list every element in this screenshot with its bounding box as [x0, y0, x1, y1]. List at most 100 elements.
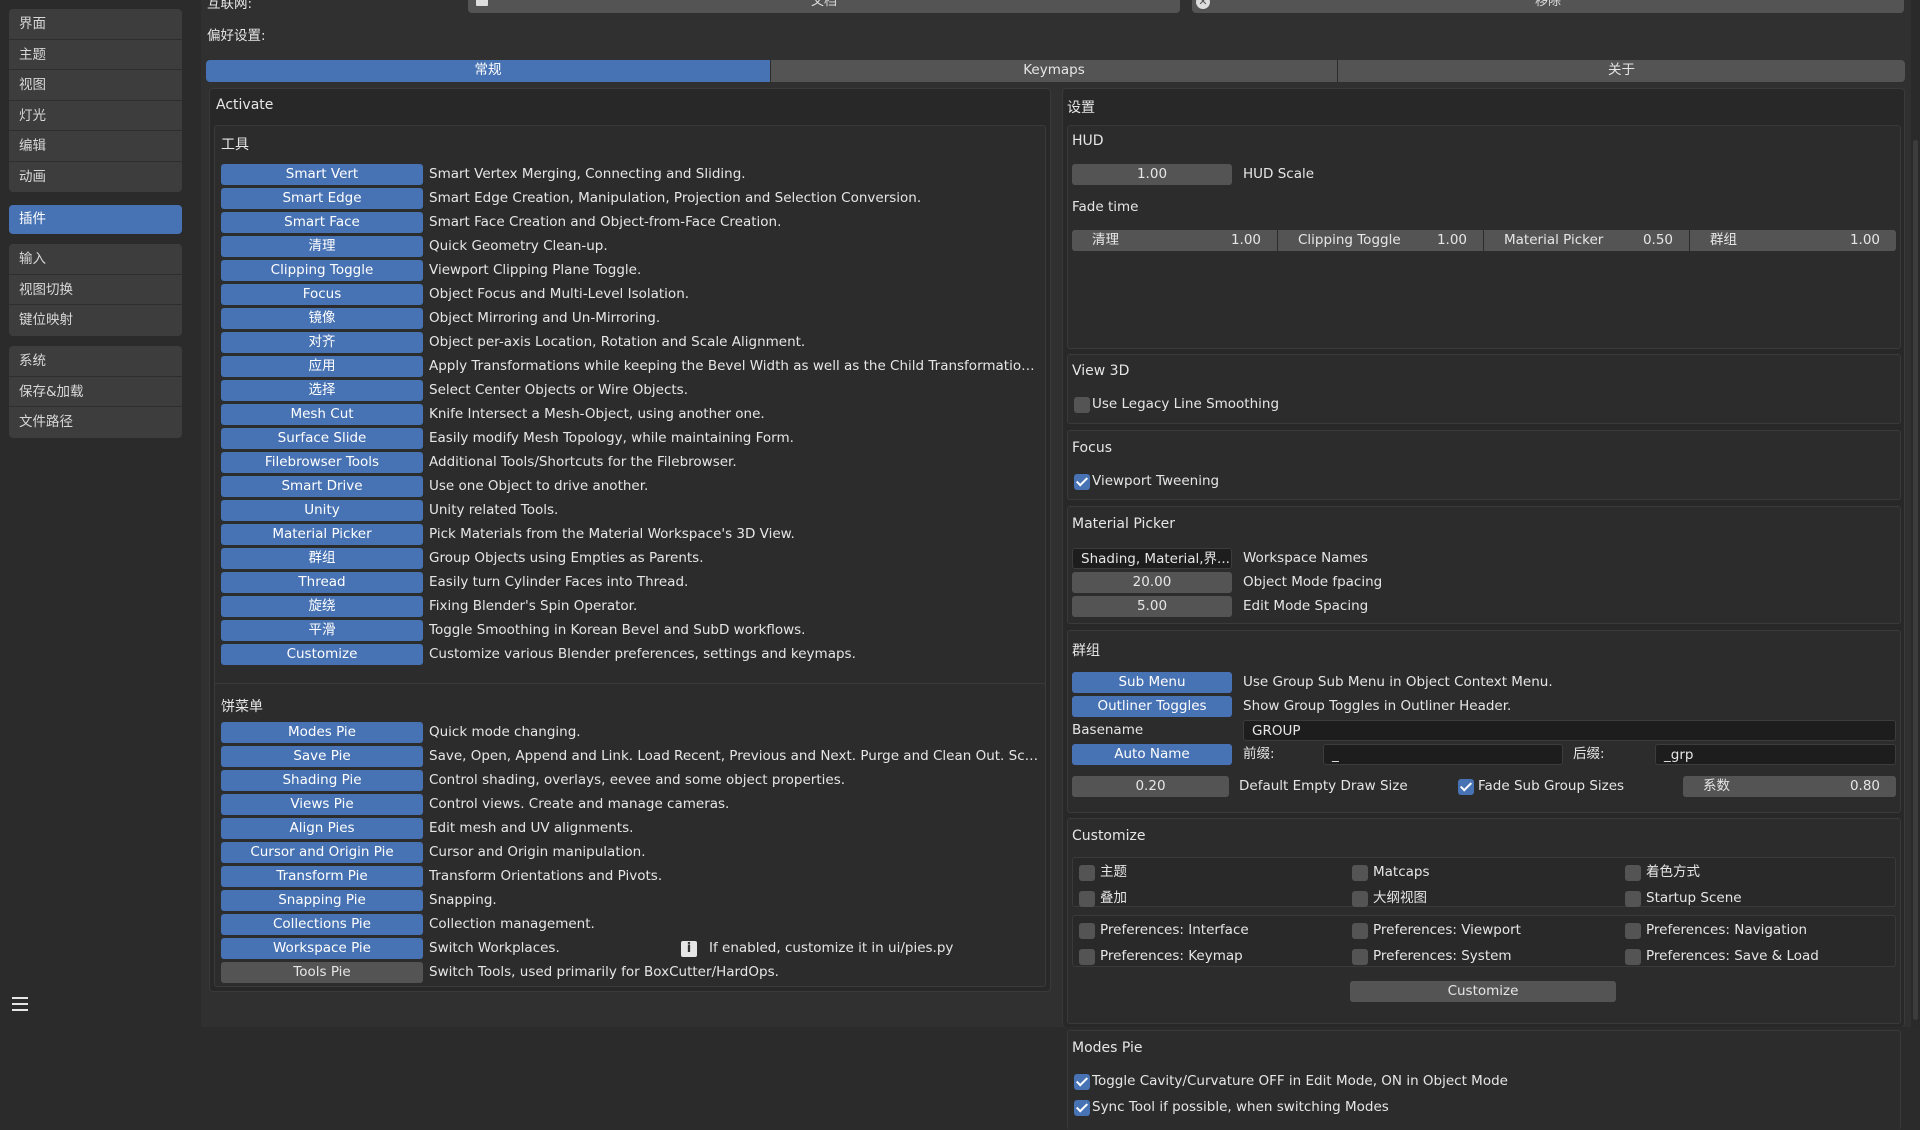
scrollbar[interactable]	[1911, 0, 1920, 1027]
pref-keymap-checkbox[interactable]	[1079, 949, 1095, 965]
addon-toggle-button[interactable]: Thread	[221, 572, 423, 593]
sub-menu-button[interactable]: Sub Menu	[1072, 672, 1232, 693]
addon-toggle-button[interactable]: Transform Pie	[221, 866, 423, 887]
pref-keymap-label: Preferences: Keymap	[1100, 948, 1243, 964]
addon-description: Additional Tools/Shortcuts for the Fileb…	[429, 454, 737, 470]
customize-shading-checkbox[interactable]	[1625, 865, 1641, 881]
addon-toggle-button[interactable]: Focus	[221, 284, 423, 305]
object-mode-spacing-field[interactable]: 20.00	[1072, 572, 1232, 593]
addon-toggle-button[interactable]: Mesh Cut	[221, 404, 423, 425]
addon-toggle-button[interactable]: Surface Slide	[221, 428, 423, 449]
customize-overlays-checkbox[interactable]	[1079, 891, 1095, 907]
pref-save-load-checkbox[interactable]	[1625, 949, 1641, 965]
addon-toggle-button[interactable]: 平滑	[221, 620, 423, 641]
viewport-tweening-checkbox[interactable]	[1074, 474, 1090, 490]
view3d-section: View 3D Use Legacy Line Smoothing	[1067, 354, 1901, 424]
addon-description: Group Objects using Empties as Parents.	[429, 550, 704, 566]
addon-toggle-button[interactable]: Cursor and Origin Pie	[221, 842, 423, 863]
menu-icon[interactable]	[12, 997, 32, 1015]
addon-toggle-button[interactable]: 应用	[221, 356, 423, 377]
sidebar-item-editing[interactable]: 编辑	[9, 131, 182, 162]
sidebar-item-animation[interactable]: 动画	[9, 162, 182, 193]
sidebar-item-system[interactable]: 系统	[9, 346, 182, 377]
basename-field[interactable]: GROUP	[1243, 720, 1896, 741]
workspace-names-field[interactable]: Shading, Material,界...	[1072, 548, 1232, 569]
pref-system-checkbox[interactable]	[1352, 949, 1368, 965]
sidebar-item-themes[interactable]: 主题	[9, 40, 182, 70]
addon-toggle-button[interactable]: Smart Vert	[221, 164, 423, 185]
toggle-cavity-label: Toggle Cavity/Curvature OFF in Edit Mode…	[1092, 1073, 1508, 1089]
customize-matcaps-checkbox[interactable]	[1352, 865, 1368, 881]
sidebar-item-navigation[interactable]: 视图切换	[9, 275, 182, 305]
docs-button[interactable]: 文档	[468, 0, 1180, 13]
legacy-smoothing-checkbox[interactable]	[1074, 397, 1090, 413]
sidebar-item-lights[interactable]: 灯光	[9, 101, 182, 131]
empty-draw-size-field[interactable]: 0.20	[1072, 776, 1229, 797]
sidebar-item-input[interactable]: 输入	[9, 244, 182, 275]
addon-toggle-button[interactable]: 旋绕	[221, 596, 423, 617]
sync-tool-checkbox[interactable]	[1074, 1100, 1090, 1116]
customize-overlays-label: 叠加	[1100, 890, 1127, 906]
edit-mode-spacing-label: Edit Mode Spacing	[1243, 598, 1369, 614]
addon-toggle-button[interactable]: Clipping Toggle	[221, 260, 423, 281]
addon-toggle-button[interactable]: Align Pies	[221, 818, 423, 839]
customize-button[interactable]: Customize	[1350, 981, 1616, 1002]
tab-keymaps[interactable]: Keymaps	[771, 60, 1338, 82]
customize-startup-scene-checkbox[interactable]	[1625, 891, 1641, 907]
sidebar-item-keymap[interactable]: 键位映射	[9, 305, 182, 336]
addon-toggle-button[interactable]: 清理	[221, 236, 423, 257]
addon-description: Unity related Tools.	[429, 502, 559, 518]
toggle-cavity-checkbox[interactable]	[1074, 1074, 1090, 1090]
prefix-field[interactable]: _	[1323, 744, 1563, 765]
tab-general[interactable]: 常规	[206, 60, 771, 82]
addon-toggle-button[interactable]: Material Picker	[221, 524, 423, 545]
addon-toggle-button[interactable]: Snapping Pie	[221, 890, 423, 911]
outliner-toggles-desc: Show Group Toggles in Outliner Header.	[1243, 698, 1512, 714]
pref-navigation-checkbox[interactable]	[1625, 923, 1641, 939]
fade-clean-field[interactable]: 清理 1.00	[1072, 230, 1278, 251]
addon-toggle-button[interactable]: Workspace Pie	[221, 938, 423, 959]
addon-toggle-button[interactable]: Smart Face	[221, 212, 423, 233]
edit-mode-spacing-field[interactable]: 5.00	[1072, 596, 1232, 617]
addon-toggle-button[interactable]: Smart Edge	[221, 188, 423, 209]
hud-scale-field[interactable]: 1.00	[1072, 164, 1232, 185]
addon-toggle-button[interactable]: Tools Pie	[221, 962, 423, 983]
customize-themes-checkbox[interactable]	[1079, 865, 1095, 881]
addon-toggle-button[interactable]: Save Pie	[221, 746, 423, 767]
addon-toggle-button[interactable]: Views Pie	[221, 794, 423, 815]
outliner-toggles-button[interactable]: Outliner Toggles	[1072, 696, 1232, 717]
tab-about[interactable]: 关于	[1338, 60, 1905, 82]
sidebar-item-save-load[interactable]: 保存&加载	[9, 377, 182, 407]
addon-toggle-button[interactable]: 选择	[221, 380, 423, 401]
addon-toggle-button[interactable]: Modes Pie	[221, 722, 423, 743]
addon-toggle-button[interactable]: Collections Pie	[221, 914, 423, 935]
sidebar-item-interface[interactable]: 界面	[9, 9, 182, 40]
activate-panel: Activate 工具 Smart Vert Smart Vertex Mergi…	[209, 88, 1051, 992]
pref-interface-checkbox[interactable]	[1079, 923, 1095, 939]
customize-outliner-checkbox[interactable]	[1352, 891, 1368, 907]
addon-toggle-button[interactable]: Filebrowser Tools	[221, 452, 423, 473]
addon-description: Smart Vertex Merging, Connecting and Sli…	[429, 166, 746, 182]
addon-toggle-button[interactable]: Smart Drive	[221, 476, 423, 497]
addon-toggle-button[interactable]: Shading Pie	[221, 770, 423, 791]
fade-sub-group-checkbox[interactable]	[1458, 779, 1474, 795]
fade-group-field[interactable]: 群组 1.00	[1690, 230, 1896, 251]
factor-field[interactable]: 系数 0.80	[1683, 776, 1896, 797]
tools-title: 工具	[221, 137, 249, 153]
remove-button[interactable]: ✕ 移除	[1192, 0, 1904, 13]
auto-name-button[interactable]: Auto Name	[1072, 744, 1232, 765]
fade-material-picker-field[interactable]: Material Picker 0.50	[1484, 230, 1690, 251]
addon-toggle-button[interactable]: Unity	[221, 500, 423, 521]
sidebar-item-file-paths[interactable]: 文件路径	[9, 407, 182, 438]
suffix-field[interactable]: _grp	[1655, 744, 1896, 765]
addon-toggle-button[interactable]: 镜像	[221, 308, 423, 329]
addon-toggle-button[interactable]: 群组	[221, 548, 423, 569]
addon-toggle-button[interactable]: 对齐	[221, 332, 423, 353]
sidebar-item-addons[interactable]: 插件	[9, 205, 182, 234]
addon-toggle-button[interactable]: Customize	[221, 644, 423, 665]
pref-viewport-checkbox[interactable]	[1352, 923, 1368, 939]
customize-startup-scene-label: Startup Scene	[1646, 890, 1742, 906]
addon-description: Save, Open, Append and Link. Load Recent…	[429, 748, 1039, 764]
fade-clipping-field[interactable]: Clipping Toggle 1.00	[1278, 230, 1484, 251]
sidebar-item-viewport[interactable]: 视图	[9, 70, 182, 101]
